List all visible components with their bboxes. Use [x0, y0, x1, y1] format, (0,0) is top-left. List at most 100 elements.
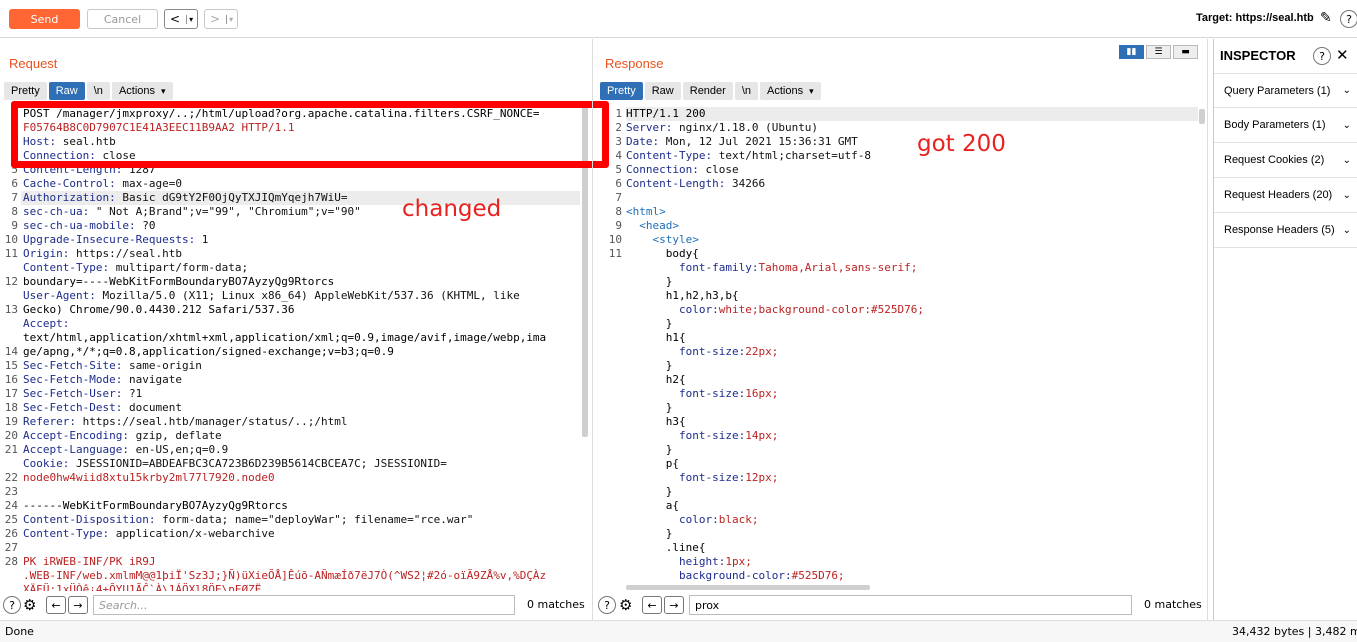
- code-line: Accept-Language: en-US,en;q=0.9: [23, 443, 228, 457]
- tab-newline[interactable]: \n: [735, 82, 758, 100]
- line-number: 4: [604, 149, 622, 163]
- inspector-query-params[interactable]: Query Parameters (1) ⌄: [1214, 73, 1357, 108]
- code-line: Connection: close: [626, 163, 739, 177]
- request-search-input[interactable]: Search...: [93, 595, 515, 615]
- inspector-request-cookies[interactable]: Request Cookies (2) ⌄: [1214, 143, 1357, 178]
- tab-pretty[interactable]: Pretty: [4, 82, 47, 100]
- chevron-down-icon: ⌄: [1343, 155, 1351, 166]
- code-line: }: [626, 275, 672, 289]
- tab-actions[interactable]: Actions ▾: [760, 82, 821, 100]
- line-number: 24: [0, 499, 18, 513]
- code-line: Content-Type: application/x-webarchive: [23, 527, 275, 541]
- code-line: Content-Type: multipart/form-data;: [23, 261, 248, 275]
- chevron-down-icon: ⌄: [1343, 120, 1351, 131]
- close-icon[interactable]: ✕: [1336, 46, 1349, 64]
- line-number: 20: [0, 429, 18, 443]
- code-line: Sec-Fetch-Mode: navigate: [23, 373, 182, 387]
- help-icon[interactable]: ?: [1313, 47, 1331, 65]
- response-scrollbar[interactable]: [1199, 109, 1205, 124]
- request-title: Request: [9, 56, 57, 71]
- code-line: Content-Type: text/html;charset=utf-8: [626, 149, 871, 163]
- item-label: Response Headers (5): [1224, 224, 1335, 236]
- response-hscrollbar[interactable]: [626, 585, 870, 590]
- code-line: boundary=----WebKitFormBoundaryBO7AyzyQg…: [23, 275, 334, 289]
- back-arrow-icon: <: [170, 12, 180, 26]
- back-button[interactable]: < ▾: [164, 9, 198, 29]
- split-vertical-icon[interactable]: ☰: [1146, 45, 1171, 59]
- code-line: Authorization: Basic dG9tY2F0OjQyTXJIQmY…: [23, 191, 348, 205]
- gear-icon[interactable]: ⚙: [619, 596, 632, 614]
- chevron-down-icon: ▾: [809, 86, 814, 97]
- tab-actions[interactable]: Actions ▾: [112, 82, 173, 100]
- request-tabs: Pretty Raw \n Actions ▾: [4, 82, 175, 100]
- prev-match-button[interactable]: ←: [642, 596, 662, 614]
- tab-render[interactable]: Render: [683, 82, 733, 100]
- help-icon[interactable]: ?: [1340, 10, 1357, 28]
- next-match-button[interactable]: →: [664, 596, 684, 614]
- send-button[interactable]: Send: [9, 9, 80, 29]
- tab-newline[interactable]: \n: [87, 82, 110, 100]
- code-line: Origin: https://seal.htb: [23, 247, 182, 261]
- code-line: HTTP/1.1 200: [626, 107, 705, 121]
- tab-raw[interactable]: Raw: [49, 82, 85, 100]
- tab-raw[interactable]: Raw: [645, 82, 681, 100]
- gear-icon[interactable]: ⚙: [23, 596, 36, 614]
- inspector-divider[interactable]: [1207, 39, 1208, 620]
- single-pane-icon[interactable]: ▬: [1173, 45, 1198, 59]
- code-line: Accept:: [23, 317, 69, 331]
- code-line: h1{: [626, 331, 686, 345]
- status-text: Done: [5, 625, 34, 638]
- item-label: Request Cookies (2): [1224, 154, 1324, 166]
- chevron-down-icon: ⌄: [1343, 225, 1351, 236]
- line-number: 16: [0, 373, 18, 387]
- line-number: 7: [604, 191, 622, 205]
- split-horizontal-icon[interactable]: ▮▮: [1119, 45, 1144, 59]
- line-number: 8: [0, 205, 18, 219]
- code-line: Accept-Encoding: gzip, deflate: [23, 429, 222, 443]
- inspector-request-headers[interactable]: Request Headers (20) ⌄: [1214, 178, 1357, 213]
- code-line: Server: nginx/1.18.0 (Ubuntu): [626, 121, 818, 135]
- code-line: font-size:14px;: [626, 429, 778, 443]
- inspector-body-params[interactable]: Body Parameters (1) ⌄: [1214, 108, 1357, 143]
- line-number: 22: [0, 471, 18, 485]
- line-number: 8: [604, 205, 622, 219]
- line-number: 18: [0, 401, 18, 415]
- line-number: 9: [0, 219, 18, 233]
- code-line: font-size:12px;: [626, 471, 778, 485]
- response-editor[interactable]: 1 HTTP/1.1 200 2 Server: nginx/1.18.0 (Ubun…: [604, 107, 1199, 585]
- panel-divider[interactable]: [592, 39, 593, 620]
- line-number: 9: [604, 219, 622, 233]
- code-line: h1,h2,h3,b{: [626, 289, 739, 303]
- chevron-down-icon[interactable]: ▾: [226, 15, 233, 24]
- help-icon[interactable]: ?: [598, 596, 616, 614]
- line-number: 12: [0, 275, 18, 289]
- line-highlight: [626, 107, 1198, 121]
- actions-label: Actions: [767, 85, 803, 97]
- line-number: 7: [0, 191, 18, 205]
- line-number: 5: [604, 163, 622, 177]
- code-line: sec-ch-ua: " Not A;Brand";v="99", "Chrom…: [23, 205, 361, 219]
- line-number: 2: [604, 121, 622, 135]
- target-label: Target: https://seal.htb: [1196, 12, 1314, 24]
- item-label: Request Headers (20): [1224, 189, 1332, 201]
- chevron-down-icon[interactable]: ▾: [186, 15, 193, 24]
- code-line: background-color:#525D76;: [626, 569, 845, 583]
- next-match-button[interactable]: →: [68, 596, 88, 614]
- tab-pretty[interactable]: Pretty: [600, 82, 643, 100]
- annotation-changed: changed: [402, 196, 501, 222]
- forward-button[interactable]: > ▾: [204, 9, 238, 29]
- code-line: Content-Length: 34266: [626, 177, 765, 191]
- help-icon[interactable]: ?: [3, 596, 21, 614]
- code-line: }: [626, 359, 672, 373]
- code-line: Gecko) Chrome/90.0.4430.212 Safari/537.3…: [23, 303, 295, 317]
- code-line: font-family:Tahoma,Arial,sans-serif;: [626, 261, 917, 275]
- request-editor[interactable]: 1 POST /manager/jmxproxy/..;/html/upload?…: [0, 107, 590, 591]
- inspector-response-headers[interactable]: Response Headers (5) ⌄: [1214, 213, 1357, 248]
- edit-pencil-icon[interactable]: ✎: [1320, 10, 1332, 26]
- code-line: Sec-Fetch-User: ?1: [23, 387, 142, 401]
- cancel-button[interactable]: Cancel: [87, 9, 158, 29]
- response-search-input[interactable]: prox: [689, 595, 1132, 615]
- chevron-down-icon: ⌄: [1343, 190, 1351, 201]
- prev-match-button[interactable]: ←: [46, 596, 66, 614]
- code-line: .line{: [626, 541, 705, 555]
